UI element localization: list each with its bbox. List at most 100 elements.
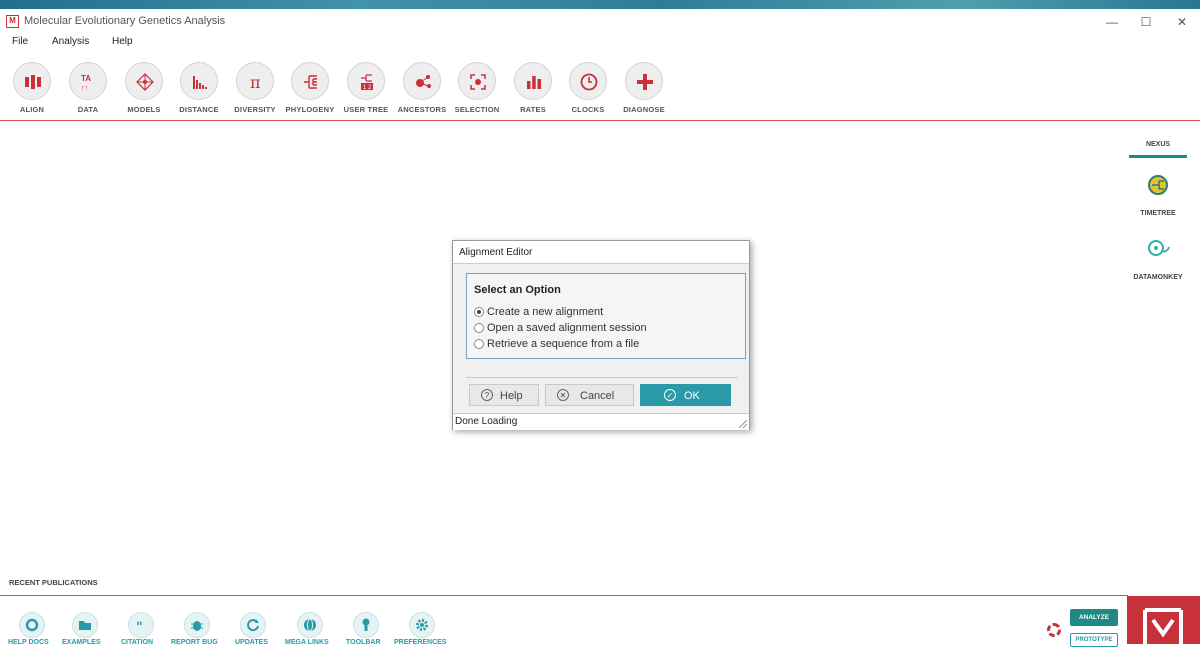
check-icon: ✓ (664, 389, 676, 401)
ancestors-icon (416, 75, 431, 88)
svg-text:π: π (250, 73, 261, 92)
option-label: Create a new alignment (487, 306, 604, 318)
group-title: Select an Option (474, 284, 561, 296)
tool-clocks[interactable]: CLOCKS (560, 58, 616, 114)
clock-icon (580, 73, 598, 91)
lifebuoy-icon (25, 618, 39, 632)
mega-links-button[interactable] (297, 612, 323, 638)
radio-button-checked[interactable] (474, 307, 484, 317)
tool-label: RATES (520, 105, 546, 114)
distance-icon (193, 76, 207, 89)
mega-links-link[interactable]: MEGA LINKS (285, 639, 329, 646)
tool-label: DISTANCE (179, 105, 219, 114)
maximize-button[interactable]: ☐ (1134, 13, 1158, 31)
plus-icon (637, 74, 653, 90)
minimize-button[interactable]: — (1100, 13, 1124, 31)
cancel-x-icon: ✕ (557, 389, 569, 401)
svg-text:TA: TA (81, 74, 91, 83)
desktop-background-strip (0, 0, 1200, 9)
tool-user-tree[interactable]: 1 2 USER TREE (338, 58, 394, 114)
tool-label: SELECTION (454, 105, 500, 114)
preferences-button[interactable] (409, 612, 435, 638)
wrench-icon (362, 618, 370, 631)
radio-button[interactable] (474, 339, 484, 349)
tool-phylogeny[interactable]: PHYLOGENY (282, 58, 338, 114)
window-title: Molecular Evolutionary Genetics Analysis (24, 15, 226, 27)
tool-rates[interactable]: RATES (505, 58, 561, 114)
datamonkey-icon (1148, 240, 1170, 256)
tool-data[interactable]: TA ↑↑ DATA (60, 58, 116, 114)
sidebar-nexus[interactable]: NEXUS (1128, 141, 1188, 158)
citation-button[interactable]: " (128, 612, 154, 638)
tool-models[interactable]: MODELS (116, 58, 172, 114)
dialog-divider (466, 377, 738, 378)
alignment-editor-dialog: Alignment Editor Select an Option Create… (452, 240, 750, 430)
timetree-label: TIMETREE (1140, 210, 1176, 217)
mega-brand-logo (1127, 596, 1200, 644)
analyze-button[interactable]: ANALYZE (1070, 609, 1118, 626)
toolbar-link[interactable]: TOOLBAR (346, 639, 380, 646)
tool-diversity[interactable]: π DIVERSITY (227, 58, 283, 114)
tool-label: ALIGN (19, 105, 45, 114)
prototype-button[interactable]: PROTOTYPE (1070, 633, 1118, 647)
align-icon (25, 75, 41, 89)
report-bug-link[interactable]: REPORT BUG (171, 639, 218, 646)
citation-link[interactable]: CITATION (121, 639, 153, 646)
svg-text:↑↑: ↑↑ (81, 85, 88, 92)
recent-publications-heading: RECENT PUBLICATIONS (9, 578, 98, 587)
rates-icon (527, 76, 541, 89)
examples-button[interactable] (72, 612, 98, 638)
tool-distance[interactable]: DISTANCE (171, 58, 227, 114)
tool-align[interactable]: ALIGN (4, 58, 60, 114)
examples-link[interactable]: EXAMPLES (62, 639, 101, 646)
main-toolbar: ALIGN TA ↑↑ DATA MODELS DISTANCE π DIVERS… (0, 58, 1200, 121)
sidebar-timetree[interactable]: TIMETREE (1128, 174, 1188, 217)
report-bug-button[interactable] (184, 612, 210, 638)
updates-link[interactable]: UPDATES (235, 639, 268, 646)
tool-label: DIVERSITY (234, 105, 276, 114)
updates-button[interactable] (240, 612, 266, 638)
quote-icon: " (136, 620, 143, 632)
nexus-underline (1129, 155, 1187, 158)
radio-button[interactable] (474, 323, 484, 333)
user-tree-icon: 1 2 (361, 74, 373, 91)
selection-icon (470, 74, 486, 90)
close-button[interactable]: ✕ (1170, 13, 1194, 31)
option-group: Select an Option Create a new alignment … (466, 273, 746, 359)
tool-ancestors[interactable]: ANCESTORS (394, 58, 450, 114)
menu-file[interactable]: File (12, 36, 28, 47)
tool-diagnose[interactable]: DIAGNOSE (616, 58, 672, 114)
toolbar-button[interactable] (353, 612, 379, 638)
folder-icon (79, 621, 91, 630)
menu-help[interactable]: Help (112, 36, 133, 47)
tool-label: MODELS (127, 105, 161, 114)
ok-button[interactable]: ✓ OK (640, 384, 731, 406)
help-button[interactable]: ? Help (469, 384, 539, 406)
help-label: Help (500, 390, 523, 402)
preferences-link[interactable]: PREFERENCES (394, 639, 447, 646)
globe-icon (304, 618, 316, 632)
option-label: Open a saved alignment session (487, 322, 647, 334)
menu-analysis[interactable]: Analysis (52, 36, 89, 47)
sidebar-datamonkey[interactable]: DATAMONKEY (1128, 237, 1188, 281)
tool-label: USER TREE (343, 105, 389, 114)
models-icon (136, 73, 154, 91)
tool-label: DIAGNOSE (623, 105, 665, 114)
svg-text:1 2: 1 2 (363, 85, 372, 91)
tool-selection[interactable]: SELECTION (449, 58, 505, 114)
ok-label: OK (684, 390, 700, 402)
gear-icon (416, 619, 428, 631)
bug-icon (191, 621, 203, 631)
bottom-divider (0, 595, 1128, 596)
data-icon: TA ↑↑ (81, 74, 91, 92)
cancel-button[interactable]: ✕ Cancel (545, 384, 634, 406)
timetree-icon (1148, 175, 1168, 195)
resize-grip-icon[interactable] (739, 420, 747, 428)
help-docs-link[interactable]: HELP DOCS (8, 639, 49, 646)
dialog-title: Alignment Editor (459, 247, 533, 258)
mega-logo-icon: M (6, 15, 19, 28)
help-docs-button[interactable] (19, 612, 45, 638)
lifebuoy-icon[interactable] (1047, 623, 1061, 637)
tool-label: ANCESTORS (397, 105, 447, 114)
datamonkey-label: DATAMONKEY (1133, 274, 1183, 281)
